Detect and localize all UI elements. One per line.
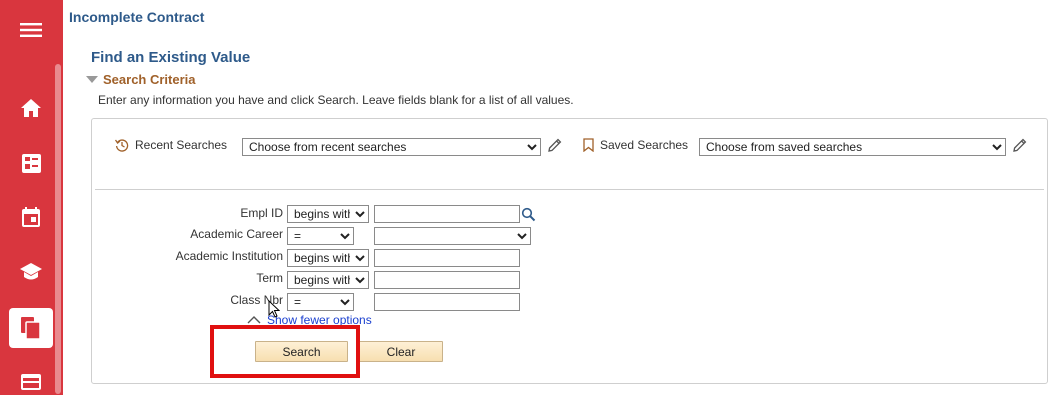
academic-career-operator-select[interactable]: = (287, 227, 354, 245)
sidebar-item-home[interactable] (9, 88, 53, 128)
hamburger-menu-button[interactable] (9, 10, 53, 50)
academic-institution-operator-select[interactable]: begins with (287, 249, 369, 267)
page-title: Incomplete Contract (69, 9, 205, 25)
edit-saved-searches-icon[interactable] (1013, 138, 1027, 152)
edit-recent-searches-icon[interactable] (548, 138, 562, 152)
saved-searches-select[interactable]: Choose from saved searches (699, 138, 1006, 156)
search-button[interactable]: Search (255, 341, 348, 362)
empl-id-label: Empl ID (240, 206, 283, 220)
clear-button[interactable]: Clear (359, 341, 443, 362)
panel-divider (95, 189, 1044, 190)
show-fewer-options-link[interactable]: Show fewer options (267, 313, 372, 327)
home-icon (21, 99, 41, 117)
sidebar-item-finances[interactable] (9, 362, 53, 402)
find-existing-value-title: Find an Existing Value (91, 49, 251, 66)
bookmark-icon (583, 138, 594, 152)
academic-career-value-select[interactable] (374, 227, 531, 245)
sidebar-item-documents[interactable] (9, 308, 53, 348)
recent-searches-select[interactable]: Choose from recent searches (242, 138, 541, 156)
mouse-cursor-icon (268, 300, 280, 318)
sidebar-nav (0, 0, 63, 395)
sidebar-item-dashboard[interactable] (9, 143, 53, 183)
search-criteria-toggle[interactable]: Search Criteria (86, 72, 196, 87)
class-nbr-input[interactable] (374, 293, 520, 311)
hamburger-menu-icon (20, 23, 42, 37)
saved-searches-label: Saved Searches (600, 138, 689, 152)
credit-card-icon (21, 374, 41, 390)
recent-searches-label: Recent Searches (135, 138, 228, 152)
sidebar-scrollbar-thumb[interactable] (55, 64, 61, 394)
recent-history-icon (115, 139, 129, 152)
sidebar-item-calendar[interactable] (9, 197, 53, 237)
academic-institution-label: Academic Institution (175, 249, 283, 263)
graduation-cap-icon (20, 263, 42, 280)
term-label: Term (256, 271, 283, 285)
chevron-up-icon[interactable] (247, 315, 261, 324)
academic-institution-input[interactable] (374, 249, 520, 267)
empl-id-input[interactable] (374, 205, 520, 223)
documents-icon (21, 317, 41, 339)
search-criteria-label: Search Criteria (103, 72, 196, 87)
dashboard-card-icon (21, 153, 41, 173)
search-instructions: Enter any information you have and click… (98, 93, 574, 107)
sidebar-item-academics[interactable] (9, 252, 53, 292)
lookup-search-icon[interactable] (521, 207, 536, 222)
academic-career-label: Academic Career (190, 227, 283, 241)
empl-id-operator-select[interactable]: begins with (287, 205, 369, 223)
calendar-icon (22, 207, 40, 227)
term-input[interactable] (374, 271, 520, 289)
class-nbr-operator-select[interactable]: = (287, 293, 354, 311)
term-operator-select[interactable]: begins with (287, 271, 369, 289)
collapse-triangle-icon (86, 76, 98, 83)
